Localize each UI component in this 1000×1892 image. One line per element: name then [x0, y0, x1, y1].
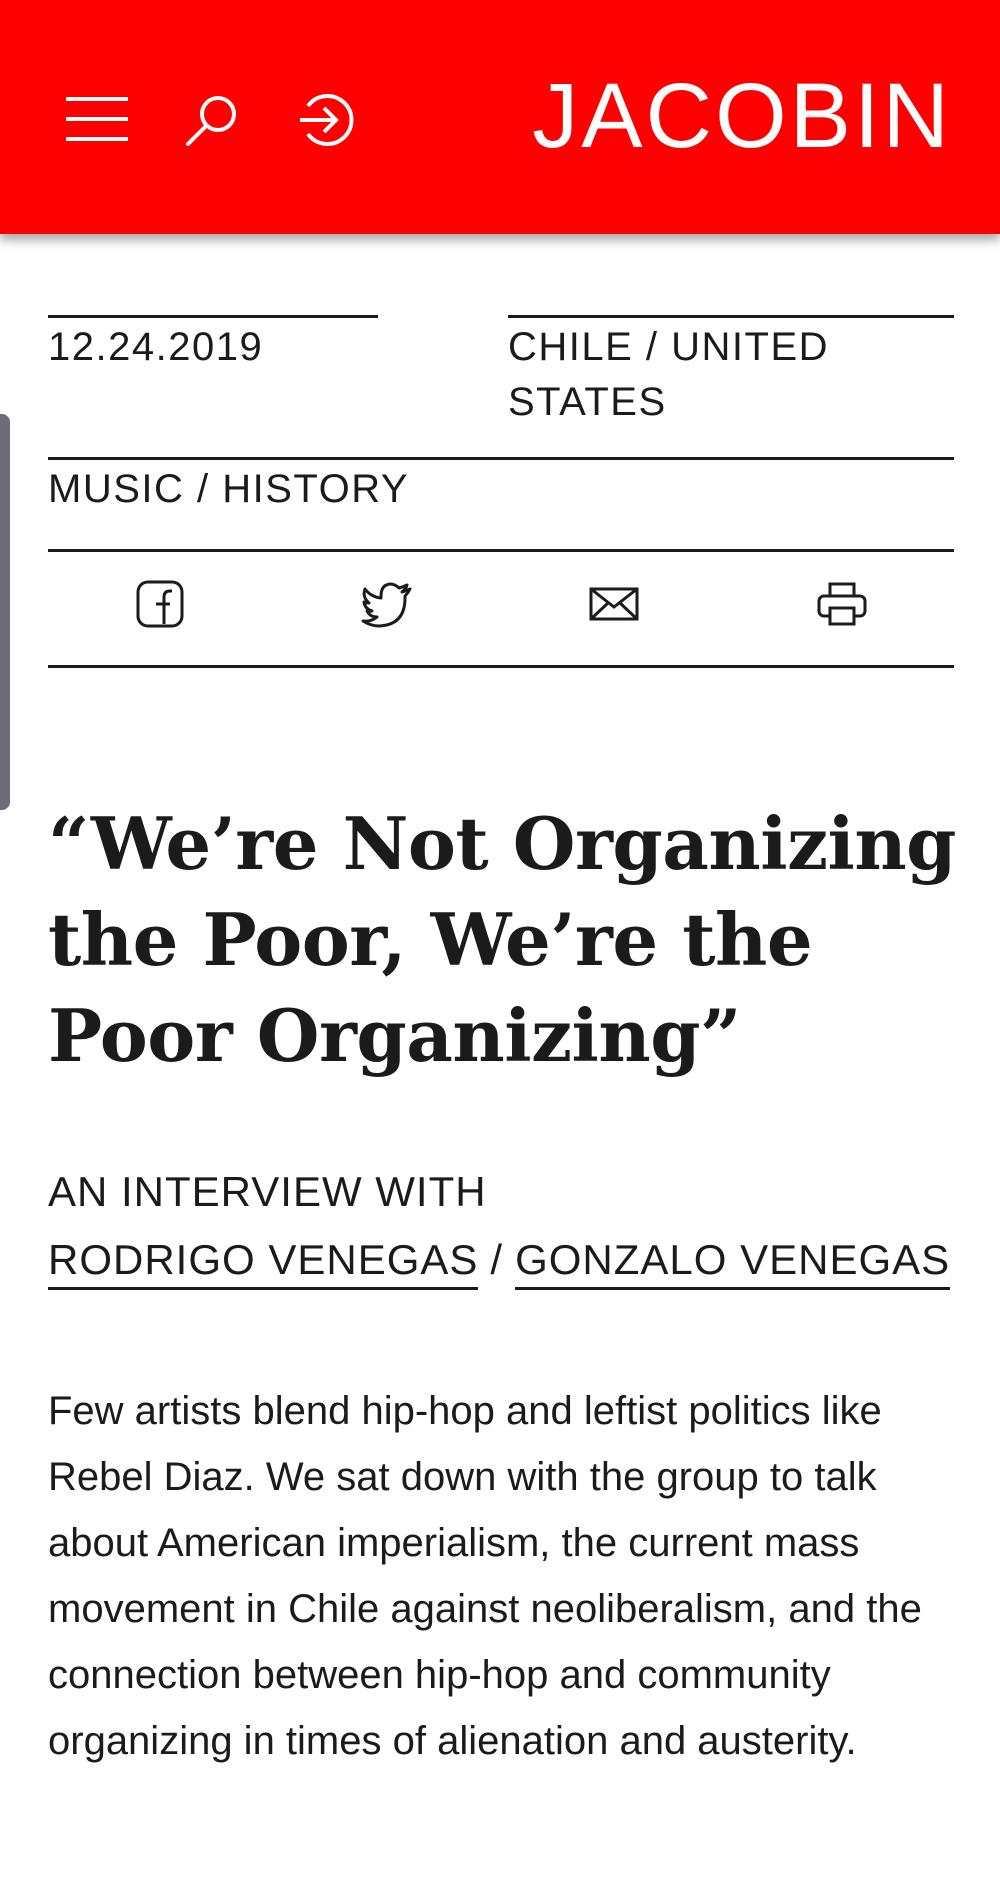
- author-separator: /: [490, 1236, 504, 1283]
- article-location[interactable]: CHILE / UNITED STATES: [508, 320, 948, 430]
- menu-icon[interactable]: [66, 96, 128, 142]
- twitter-share-button[interactable]: [360, 576, 416, 632]
- site-header: JACOBIN: [0, 0, 1000, 234]
- edge-scroll-handle[interactable]: [0, 414, 10, 810]
- facebook-share-button[interactable]: [132, 576, 188, 632]
- author-link[interactable]: RODRIGO VENEGAS: [48, 1236, 479, 1290]
- byline-prefix: AN INTERVIEW WITH: [48, 1168, 487, 1215]
- divider: [48, 457, 954, 460]
- twitter-icon: [361, 582, 412, 628]
- divider: [48, 315, 378, 318]
- article-description: Few artists blend hip-hop and leftist po…: [48, 1389, 922, 1763]
- email-share-button[interactable]: [586, 576, 642, 632]
- site-logo[interactable]: JACOBIN: [532, 70, 952, 162]
- byline-authors: RODRIGO VENEGAS / GONZALO VENEGAS: [48, 1232, 988, 1290]
- print-button[interactable]: [814, 576, 870, 632]
- article-topics[interactable]: MUSIC / HISTORY: [48, 462, 409, 517]
- divider: [48, 665, 954, 668]
- author-link[interactable]: GONZALO VENEGAS: [515, 1236, 951, 1290]
- divider: [48, 549, 954, 552]
- article-date: 12.24.2019: [48, 325, 264, 369]
- facebook-icon: [136, 580, 184, 628]
- login-icon[interactable]: [296, 90, 356, 150]
- article-title: “We’re Not Organizing the Poor, We’re th…: [48, 801, 957, 1078]
- print-icon: [817, 582, 867, 626]
- search-icon[interactable]: [184, 92, 240, 148]
- divider: [508, 315, 954, 318]
- email-icon: [589, 587, 639, 621]
